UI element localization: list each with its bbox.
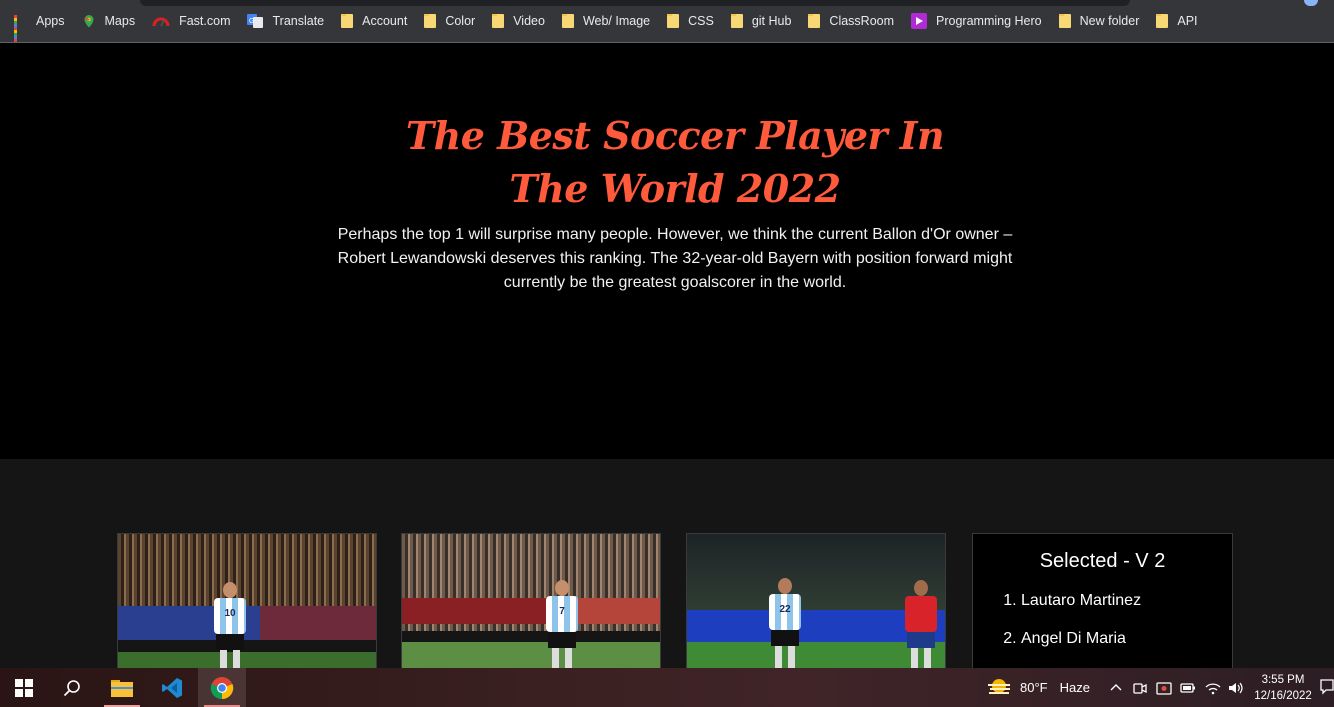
folder-icon	[808, 14, 821, 28]
system-tray	[1109, 668, 1244, 707]
battery-icon[interactable]	[1180, 681, 1196, 695]
svg-text:G: G	[249, 18, 254, 25]
apps-grid-icon	[14, 14, 27, 42]
selected-list: Lautaro Martinez Angel Di Maria	[1021, 592, 1141, 668]
weather-description: Haze	[1059, 680, 1090, 695]
folder-icon	[561, 14, 574, 28]
bookmark-api[interactable]: API	[1156, 7, 1198, 35]
bookmark-label: ClassRoom	[829, 14, 895, 28]
wifi-icon[interactable]	[1205, 681, 1221, 695]
meet-now-icon[interactable]	[1133, 680, 1147, 696]
selected-title: Selected - V 2	[1039, 550, 1166, 572]
bookmark-fast[interactable]: Fast.com	[152, 7, 230, 35]
bookmark-new-folder[interactable]: New folder	[1058, 7, 1140, 35]
profile-avatar[interactable]	[1304, 0, 1318, 6]
player-photo-messi: 10	[118, 534, 376, 672]
hero-description: Perhaps the top 1 will surprise many peo…	[337, 226, 1013, 291]
selected-players-panel: Selected - V 2 Lautaro Martinez Angel Di…	[972, 533, 1233, 673]
jersey-number: 7	[559, 606, 565, 617]
tab-strip-edge	[140, 0, 1130, 6]
page-title: The Best Soccer Player In The World 2022	[405, 113, 945, 211]
start-button[interactable]	[0, 668, 48, 707]
bookmark-label: Account	[362, 14, 408, 28]
jersey-number: 10	[224, 608, 236, 619]
bookmark-label: New folder	[1079, 14, 1140, 28]
players-section: 10 7 22 Selected - V 2 1. Lautaro Martin…	[0, 459, 1334, 673]
volume-icon[interactable]	[1228, 681, 1244, 695]
bookmark-color[interactable]: Color	[424, 7, 475, 35]
hero-section: The Best Soccer Player In The World 2022…	[0, 43, 1334, 459]
bookmark-account[interactable]: Account	[341, 7, 407, 35]
bookmark-label: API	[1177, 14, 1198, 28]
bookmark-classroom[interactable]: ClassRoom	[808, 7, 894, 35]
taskbar-clock[interactable]: 3:55 PM 12/16/2022	[1248, 672, 1318, 704]
taskbar-vscode[interactable]	[148, 668, 196, 707]
folder-icon	[341, 14, 354, 28]
bookmark-css[interactable]: CSS	[667, 7, 714, 35]
vscode-icon	[162, 677, 182, 698]
bookmarks-bar: Apps Maps Fast.com G Translate Account C…	[0, 0, 1334, 43]
folder-icon	[667, 14, 680, 28]
folder-icon	[730, 14, 743, 28]
bookmark-label: Color	[445, 14, 476, 28]
folder-icon	[492, 14, 505, 28]
folder-icon	[424, 14, 437, 28]
jersey-number: 22	[779, 604, 791, 615]
windows-taskbar: 80°F Haze 3:55 PM 12/16/2022	[0, 668, 1334, 707]
clock-time: 3:55 PM	[1261, 674, 1305, 686]
bookmark-apps[interactable]: Apps	[14, 7, 65, 42]
folder-icon	[1058, 14, 1071, 28]
maps-pin-icon	[84, 15, 93, 28]
bookmark-label: Maps	[104, 14, 136, 28]
taskbar-file-explorer[interactable]	[98, 668, 146, 707]
search-button[interactable]	[48, 668, 96, 707]
taskbar-chrome[interactable]	[198, 668, 246, 707]
bookmark-label: Video	[513, 14, 545, 28]
selected-item: Lautaro Martinez	[1021, 592, 1141, 610]
bookmark-web-image[interactable]: Web/ Image	[561, 7, 651, 35]
player-photo-di-maria: 7	[402, 534, 660, 672]
bookmark-maps[interactable]: Maps	[82, 7, 136, 35]
bookmark-label: CSS	[688, 14, 714, 28]
player-card[interactable]: 22	[686, 533, 946, 673]
clock-date: 12/16/2022	[1254, 690, 1312, 702]
bookmark-video[interactable]: Video	[492, 7, 545, 35]
file-explorer-icon	[111, 679, 133, 697]
bookmark-label: Translate	[272, 14, 325, 28]
search-icon	[63, 679, 80, 696]
notification-icon[interactable]	[1320, 679, 1334, 695]
translate-icon: G	[247, 14, 264, 28]
bookmark-programming-hero[interactable]: Programming Hero	[911, 7, 1042, 35]
chevron-up-icon[interactable]	[1109, 681, 1123, 695]
bookmark-label: Programming Hero	[936, 14, 1042, 28]
bookmark-label: Apps	[36, 14, 65, 28]
bookmark-label: Web/ Image	[582, 14, 651, 28]
player-card[interactable]: 7	[401, 533, 661, 673]
windows-logo-icon	[15, 678, 33, 697]
selected-item: Angel Di Maria	[1021, 630, 1141, 648]
weather-widget[interactable]: 80°F Haze	[986, 668, 1090, 707]
bookmark-github[interactable]: git Hub	[730, 7, 792, 35]
player-card[interactable]: 10	[117, 533, 377, 673]
bookmark-label: git Hub	[751, 14, 792, 28]
weather-temperature: 80°F	[1020, 680, 1048, 695]
programming-hero-icon	[911, 13, 928, 29]
bookmark-label: Fast.com	[179, 14, 231, 28]
screen-record-icon[interactable]	[1156, 680, 1172, 696]
speedometer-icon	[152, 17, 170, 27]
folder-icon	[1156, 14, 1169, 28]
bookmark-translate[interactable]: G Translate	[247, 7, 324, 35]
haze-sun-icon	[988, 678, 1010, 694]
chrome-icon	[210, 676, 234, 699]
player-photo-martinez: 22	[687, 534, 945, 672]
